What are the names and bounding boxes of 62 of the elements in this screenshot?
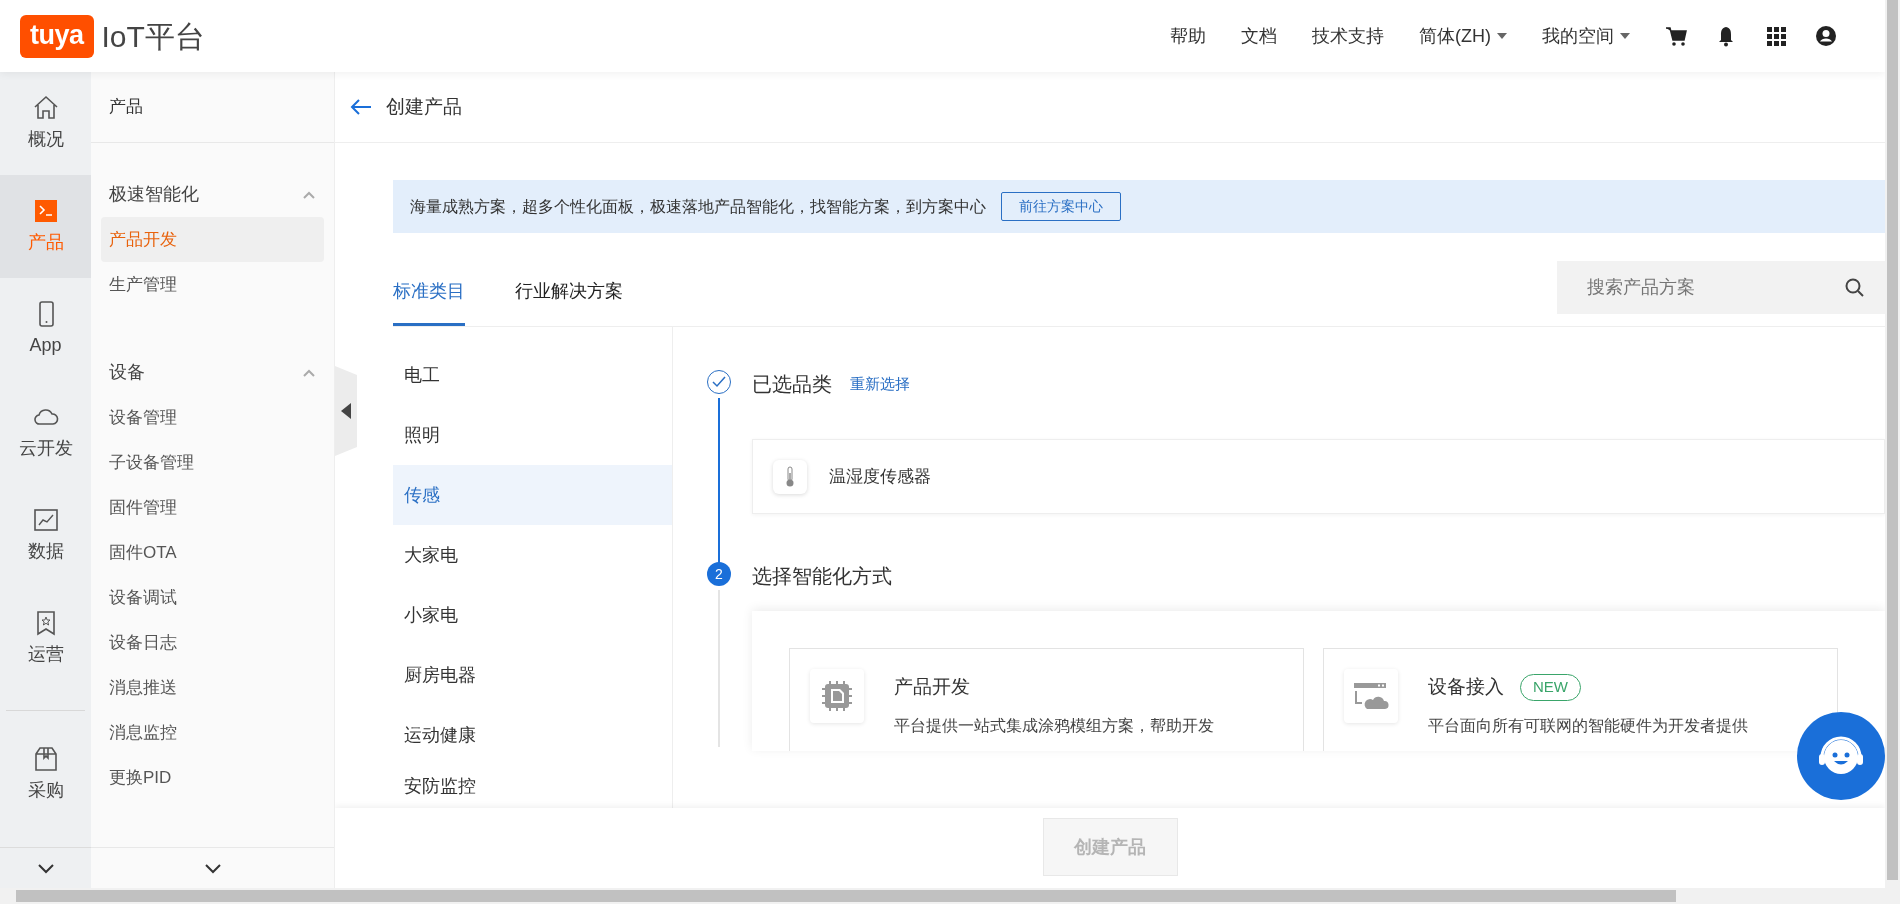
search-field[interactable]: 搜索产品方案 — [1557, 261, 1845, 314]
subnav-item[interactable]: 固件管理 — [101, 485, 324, 530]
subnav-item[interactable]: 固件OTA — [101, 530, 324, 575]
subnav-item[interactable]: 设备管理 — [101, 395, 324, 440]
method-title: 设备接入 — [1428, 675, 1504, 699]
caret-left-icon — [341, 403, 351, 419]
rail-item[interactable]: 数据 — [0, 484, 91, 587]
search-button[interactable] — [1845, 261, 1885, 314]
rail-item[interactable]: 运营 — [0, 587, 91, 690]
expand-chevron-icon[interactable] — [36, 861, 55, 875]
dropdown-menu-button[interactable]: 我的空间 — [1542, 22, 1630, 50]
back-arrow-icon[interactable] — [350, 98, 372, 116]
category-item[interactable]: 照明 — [393, 405, 672, 465]
banner-text: 海量成熟方案，超多个性化面板，极速落地产品智能化，找智能方案，到方案中心 — [410, 196, 986, 217]
rail-item[interactable]: 概况 — [0, 72, 91, 175]
subnav-item[interactable]: 设备日志 — [101, 620, 324, 665]
horizontal-scrollbar[interactable] — [0, 888, 1900, 904]
subnav-title: 产品 — [109, 96, 143, 119]
subnav-item[interactable]: 生产管理 — [101, 262, 324, 307]
tab[interactable]: 标准类目 — [393, 278, 465, 326]
subnav-item[interactable]: 消息监控 — [101, 710, 324, 755]
rail-item[interactable]: App — [0, 278, 91, 381]
category-item[interactable]: 安防监控 — [393, 765, 672, 808]
subnav-item[interactable]: 子设备管理 — [101, 440, 324, 485]
solution-center-button[interactable]: 前往方案中心 — [1001, 192, 1121, 221]
apps-grid-icon[interactable] — [1765, 25, 1787, 47]
category-item[interactable]: 小家电 — [393, 585, 672, 645]
nav-link[interactable]: 文档 — [1241, 22, 1277, 50]
rail-item[interactable]: 云开发 — [0, 381, 91, 484]
expand-chevron-icon[interactable] — [203, 861, 222, 875]
dropdown-menu-button[interactable]: 简体(ZH) — [1419, 22, 1507, 50]
category-name: 温湿度传感器 — [829, 465, 931, 488]
method-description: 平台面向所有可联网的智能硬件为开发者提供 — [1428, 715, 1748, 736]
platform-title: IoT平台 — [101, 18, 205, 55]
category-item[interactable]: 大家电 — [393, 525, 672, 585]
step-number: 2 — [707, 562, 731, 586]
method-title: 产品开发 — [894, 675, 970, 699]
subnav-group-title: 设备 — [109, 361, 145, 384]
nav-link[interactable]: 技术支持 — [1312, 22, 1384, 50]
vertical-scrollbar[interactable] — [1885, 0, 1900, 888]
category-item[interactable]: 厨房电器 — [393, 645, 672, 705]
subnav-item[interactable]: 更换PID — [101, 755, 324, 800]
subnav-item[interactable]: 设备调试 — [101, 575, 324, 620]
category-item[interactable]: 电工 — [393, 345, 672, 405]
subnav-item[interactable]: 消息推送 — [101, 665, 324, 710]
reselect-link[interactable]: 重新选择 — [850, 372, 910, 396]
nav-link[interactable]: 帮助 — [1170, 22, 1206, 50]
chart-icon — [31, 506, 60, 534]
category-item[interactable]: 传感 — [393, 465, 672, 525]
tab[interactable]: 行业解决方案 — [515, 278, 623, 326]
chip-icon — [820, 679, 854, 713]
rail-item[interactable]: 采购 — [0, 723, 91, 826]
category-item[interactable]: 运动健康 — [393, 705, 672, 765]
search-icon[interactable] — [1845, 277, 1865, 298]
subnav-group-title: 极速智能化 — [109, 183, 199, 206]
step-title: 已选品类 — [752, 372, 832, 397]
method-description: 平台提供一站式集成涂鸦模组方案，帮助开发 — [894, 715, 1214, 736]
user-avatar-icon[interactable] — [1815, 25, 1837, 47]
step-title: 选择智能化方式 — [752, 564, 892, 589]
page-title: 创建产品 — [386, 94, 462, 119]
cart-icon[interactable] — [1665, 25, 1687, 47]
method-card[interactable]: 产品开发 平台提供一站式集成涂鸦模组方案，帮助开发 — [789, 648, 1304, 751]
